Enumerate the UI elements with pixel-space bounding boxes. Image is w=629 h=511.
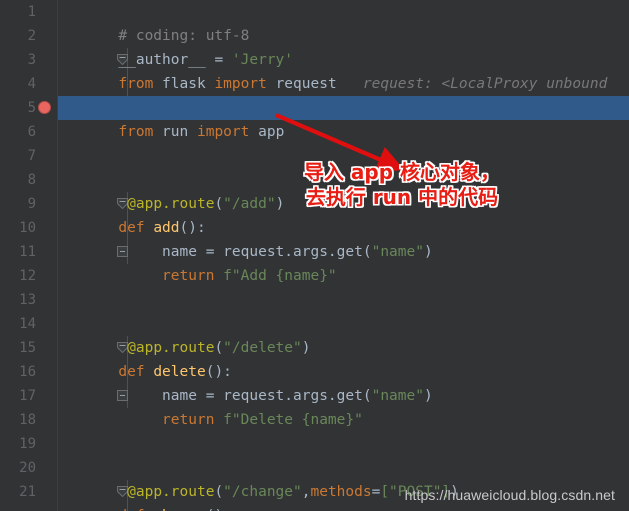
code-line[interactable] bbox=[58, 264, 629, 288]
code-line-selected[interactable]: from run import app bbox=[58, 96, 629, 140]
line-number: 11 bbox=[19, 244, 36, 260]
code-line[interactable]: name = request.args.get("name") bbox=[58, 360, 629, 404]
line-number: 8 bbox=[27, 172, 36, 188]
code-line[interactable]: # coding: utf-8 bbox=[58, 0, 629, 44]
line-number: 1 bbox=[27, 4, 36, 20]
editor-gutter[interactable]: 1 2 3 4 5 6 7 8 9 10 11 12 13 14 15 16 1… bbox=[0, 0, 58, 511]
code-line[interactable] bbox=[58, 72, 629, 96]
line-number: 19 bbox=[19, 436, 36, 452]
breakpoint-marker[interactable] bbox=[38, 101, 51, 114]
line-number: 14 bbox=[19, 316, 36, 332]
code-line[interactable] bbox=[58, 408, 629, 432]
line-number: 21 bbox=[19, 484, 36, 500]
line-number: 13 bbox=[19, 292, 36, 308]
code-line[interactable] bbox=[58, 432, 629, 456]
line-number: 10 bbox=[19, 220, 36, 236]
line-number: 20 bbox=[19, 460, 36, 476]
code-line[interactable]: @app.route("/change",methods=["POST"]) bbox=[58, 456, 629, 500]
line-number: 4 bbox=[27, 76, 36, 92]
line-number: 17 bbox=[19, 388, 36, 404]
code-line[interactable]: __author__ = 'Jerry' bbox=[58, 24, 629, 68]
line-number: 16 bbox=[19, 364, 36, 380]
line-number: 2 bbox=[27, 28, 36, 44]
code-line[interactable] bbox=[58, 120, 629, 144]
watermark-url: https://huaweicloud.blog.csdn.net bbox=[404, 487, 615, 503]
code-line[interactable]: return f"Delete {name}" bbox=[58, 384, 629, 428]
line-number: 5 bbox=[27, 100, 36, 116]
code-line[interactable]: def delete(): bbox=[58, 336, 629, 380]
line-number: 12 bbox=[19, 268, 36, 284]
code-line[interactable] bbox=[58, 288, 629, 312]
line-number: 6 bbox=[27, 124, 36, 140]
code-line[interactable]: @app.route("/delete") bbox=[58, 312, 629, 356]
annotation-text: 导入 app 核心对象， 去执行 run 中的代码 bbox=[303, 160, 501, 209]
code-line[interactable]: return f"Add {name}" bbox=[58, 240, 629, 284]
line-number: 9 bbox=[27, 196, 36, 212]
code-content[interactable]: # coding: utf-8 __author__ = 'Jerry' fro… bbox=[58, 0, 629, 511]
line-number: 7 bbox=[27, 148, 36, 164]
line-number: 15 bbox=[19, 340, 36, 356]
code-editor[interactable]: 1 2 3 4 5 6 7 8 9 10 11 12 13 14 15 16 1… bbox=[0, 0, 629, 511]
line-number: 18 bbox=[19, 412, 36, 428]
code-line[interactable]: from flask import request request: <Loca… bbox=[58, 48, 629, 92]
line-number: 3 bbox=[27, 52, 36, 68]
code-line[interactable]: name = request.args.get("name") bbox=[58, 216, 629, 260]
